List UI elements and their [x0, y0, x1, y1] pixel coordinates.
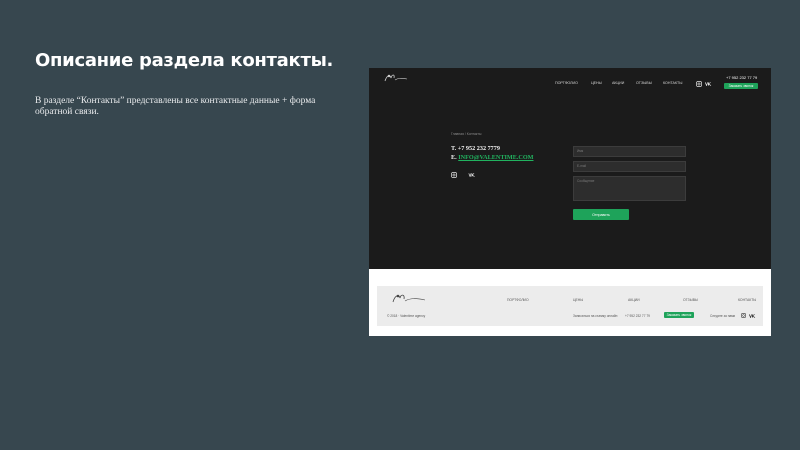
footer-nav-contacts[interactable]: Контакты — [738, 298, 756, 302]
slide-body: В разделе “Контакты” представлены все ко… — [35, 96, 316, 117]
footer-callback-button[interactable]: Заказать звонок — [664, 312, 694, 318]
contact-phone[interactable]: T. +7 952 232 7779 — [451, 145, 500, 152]
contact-email-link[interactable]: INFO@VALENTIME.COM — [458, 154, 533, 161]
footer-copyright: © 2018 · Valentime agency — [387, 314, 426, 318]
email-input[interactable]: E-mail — [573, 161, 686, 172]
nav-contacts[interactable]: Контакты — [663, 81, 682, 89]
logo-icon[interactable] — [383, 72, 411, 84]
header-callback-button[interactable]: Заказать звонок — [724, 83, 758, 89]
footer-nav-promotions[interactable]: Акции — [628, 298, 640, 302]
nav-reviews[interactable]: Отзывы — [636, 81, 652, 89]
footer-nav-portfolio[interactable]: Портфолио — [507, 298, 529, 302]
vk-icon[interactable] — [749, 314, 756, 318]
site-contacts-section: Портфолио Цены Акции Отзывы Контакты +7 … — [369, 68, 771, 269]
footer-callback-text[interactable]: Записаться на съемку онлайн — [573, 314, 617, 318]
contact-email-line: E. INFO@VALENTIME.COM — [451, 154, 534, 161]
site-footer: Портфолио Цены Акции Отзывы Контакты © 2… — [377, 286, 763, 326]
slide-title: Описание раздела контакты. — [35, 50, 334, 71]
nav-promotions[interactable]: Акции — [612, 81, 624, 89]
nav-prices[interactable]: Цены — [591, 81, 602, 89]
vk-icon[interactable] — [468, 173, 476, 177]
logo-icon[interactable] — [391, 291, 427, 305]
footer-phone[interactable]: +7 952 232 77 79 — [625, 314, 650, 318]
instagram-icon[interactable] — [741, 313, 746, 318]
breadcrumb[interactable]: Главная / Контакты — [451, 132, 481, 136]
website-screenshot: Портфолио Цены Акции Отзывы Контакты +7 … — [369, 68, 771, 336]
footer-nav-reviews[interactable]: Отзывы — [683, 298, 698, 302]
name-input[interactable]: Имя — [573, 146, 686, 157]
submit-button[interactable]: Отправить — [573, 209, 629, 220]
comment-textarea[interactable]: Сообщение — [573, 176, 686, 201]
email-prefix: E. — [451, 154, 457, 161]
instagram-icon[interactable] — [696, 81, 702, 87]
header-phone[interactable]: +7 952 232 77 79 — [726, 75, 757, 80]
footer-nav-prices[interactable]: Цены — [573, 298, 583, 302]
nav-portfolio[interactable]: Портфолио — [555, 81, 578, 89]
vk-icon[interactable] — [705, 82, 712, 86]
footer-social-text: Следите за нами — [710, 314, 736, 318]
instagram-icon[interactable] — [451, 172, 457, 178]
